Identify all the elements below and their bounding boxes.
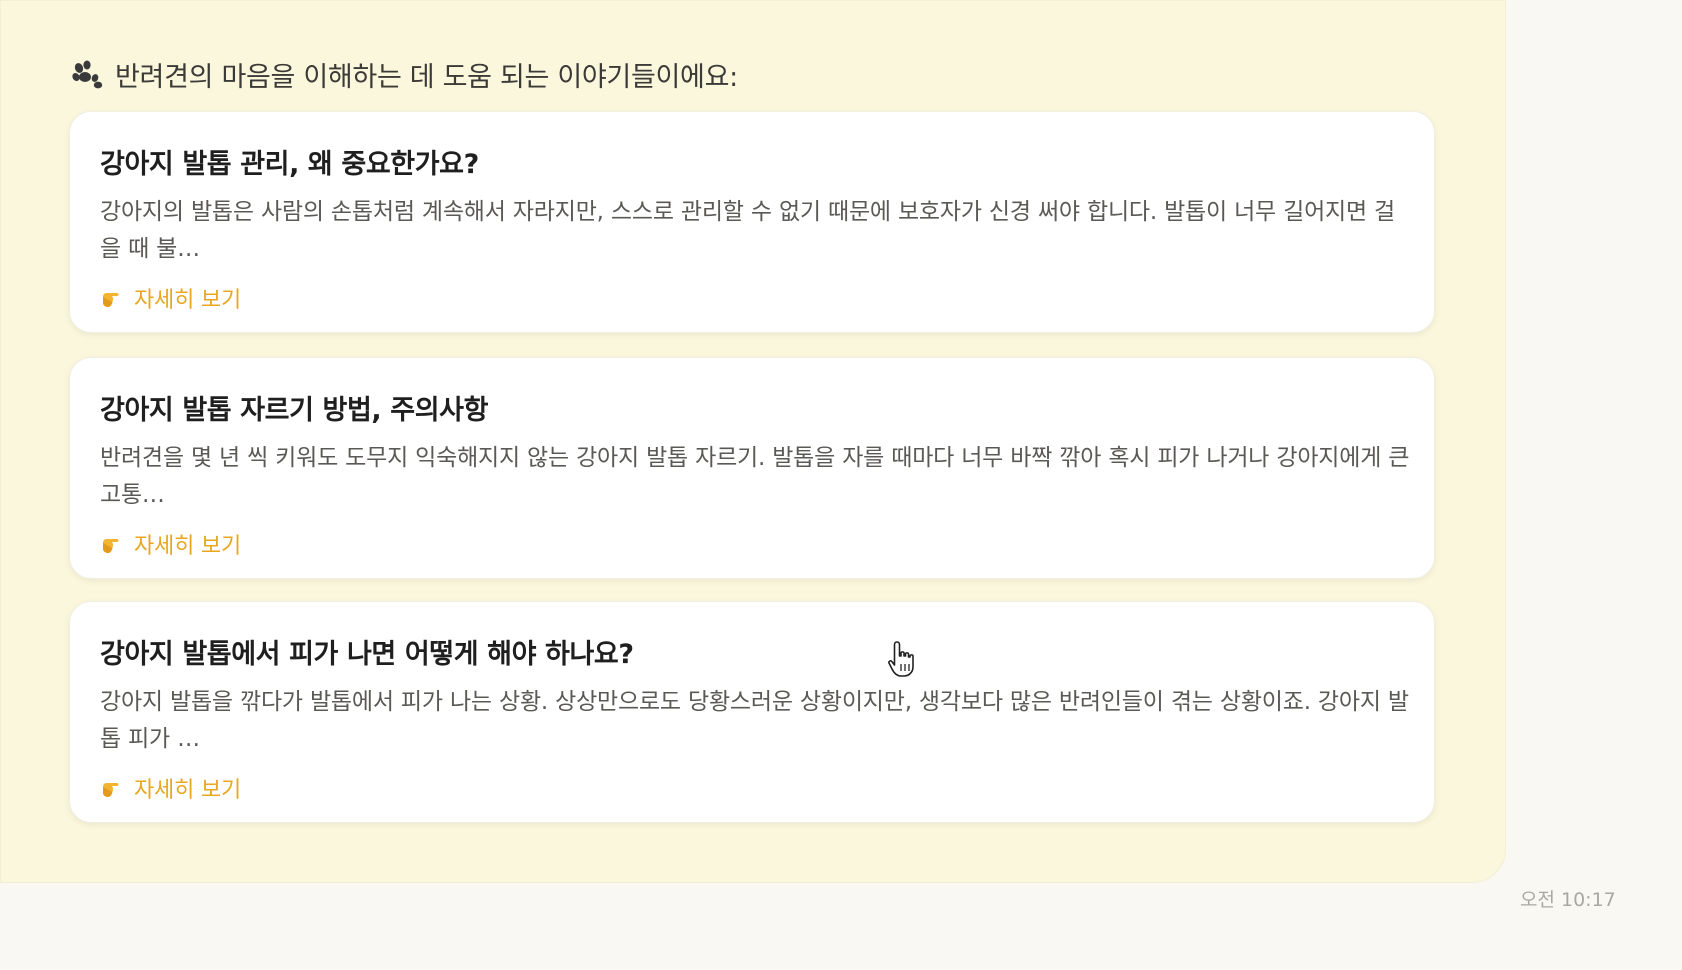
message-timestamp: 오전 10:17 <box>1520 889 1616 911</box>
read-more-link[interactable]: 자세히 보기 <box>100 772 241 804</box>
chat-message-bubble: 반려견의 마음을 이해하는 데 도움 되는 이야기들이에요: 강아지 발톱 관리… <box>0 0 1506 883</box>
message-heading: 반려견의 마음을 이해하는 데 도움 되는 이야기들이에요: <box>71 55 738 94</box>
article-title[interactable]: 강아지 발톱 자르기 방법, 주의사항 <box>100 388 488 427</box>
article-card[interactable]: 강아지 발톱에서 피가 나면 어떻게 해야 하나요? 강아지 발톱을 깎다가 발… <box>69 601 1435 823</box>
read-more-link[interactable]: 자세히 보기 <box>100 528 241 560</box>
hand-cursor-icon <box>888 641 914 677</box>
read-more-label[interactable]: 자세히 보기 <box>134 528 241 560</box>
article-title[interactable]: 강아지 발톱에서 피가 나면 어떻게 해야 하나요? <box>100 632 634 671</box>
article-excerpt: 강아지 발톱을 깎다가 발톱에서 피가 나는 상황. 상상만으로도 당황스러운 … <box>100 689 1409 752</box>
read-more-link[interactable]: 자세히 보기 <box>100 282 241 314</box>
paw-icon <box>72 60 103 88</box>
article-excerpt: 강아지의 발톱은 사람의 손톱처럼 계속해서 자라지만, 스스로 관리할 수 없… <box>100 199 1396 262</box>
article-card[interactable]: 강아지 발톱 관리, 왜 중요한가요? 강아지의 발톱은 사람의 손톱처럼 계속… <box>69 111 1435 333</box>
read-more-label[interactable]: 자세히 보기 <box>134 772 241 804</box>
heading-text: 반려견의 마음을 이해하는 데 도움 되는 이야기들이에요: <box>115 62 738 93</box>
article-excerpt: 반려견을 몇 년 씩 키워도 도무지 익숙해지지 않는 강아지 발톱 자르기. … <box>100 445 1410 508</box>
pointing-hand-icon <box>103 783 119 797</box>
pointing-hand-icon <box>103 293 119 307</box>
article-title[interactable]: 강아지 발톱 관리, 왜 중요한가요? <box>100 142 479 181</box>
read-more-label[interactable]: 자세히 보기 <box>134 282 241 314</box>
pointing-hand-icon <box>103 539 119 553</box>
article-card[interactable]: 강아지 발톱 자르기 방법, 주의사항 반려견을 몇 년 씩 키워도 도무지 익… <box>69 357 1435 579</box>
